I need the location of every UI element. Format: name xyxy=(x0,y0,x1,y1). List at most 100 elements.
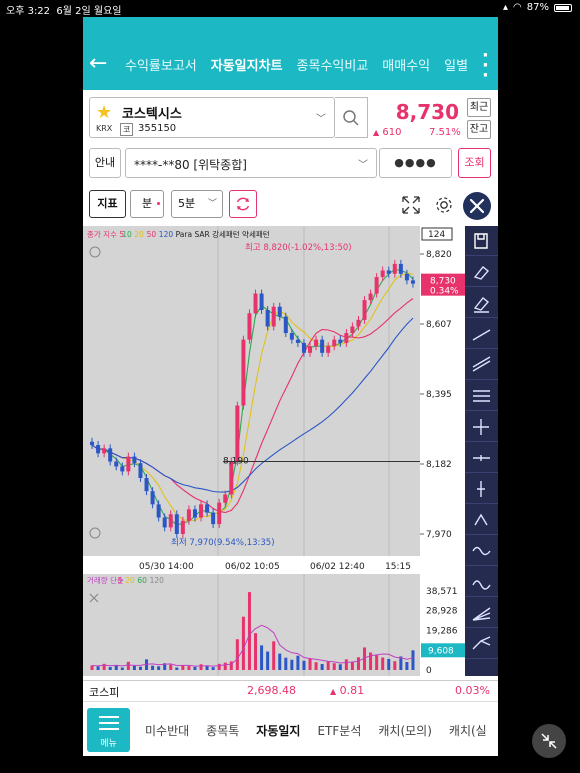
minute-button[interactable]: 분 xyxy=(130,190,164,218)
volume-bar xyxy=(308,658,312,670)
fullscreen-icon[interactable] xyxy=(401,195,421,215)
candle-body xyxy=(380,270,385,278)
candle-body xyxy=(96,445,101,454)
tool-fan[interactable] xyxy=(465,598,498,628)
gear-icon[interactable] xyxy=(433,194,455,216)
candle-body xyxy=(295,339,300,343)
back-arrow-icon[interactable]: ← xyxy=(89,53,107,75)
volume-bar xyxy=(381,657,385,670)
tool-pitchfork[interactable] xyxy=(465,629,498,659)
favorite-star-icon[interactable]: ★ xyxy=(96,102,112,123)
candle-body xyxy=(192,509,197,518)
bottom-navigation: 메뉴 미수반대 종목톡 자동일지 ETF분석 캐치(모의) 캐치(실 xyxy=(83,701,498,756)
more-menu-icon[interactable]: · · · xyxy=(482,47,489,85)
password-field[interactable]: ●●●● xyxy=(379,148,452,178)
account-selector[interactable]: ****-**80 [위탁종합] ﹀ xyxy=(125,148,377,178)
bottom-nav-item-0[interactable]: 미수반대 xyxy=(145,722,189,739)
volume-bar xyxy=(338,664,342,670)
candle-body xyxy=(398,263,403,274)
tool-trendline[interactable] xyxy=(465,319,498,349)
tool-cycle[interactable] xyxy=(465,567,498,597)
tool-vertical-line[interactable] xyxy=(465,474,498,504)
candle-body xyxy=(368,293,373,301)
period-select[interactable]: 5분 ﹀ xyxy=(171,190,223,218)
text-icon xyxy=(474,513,488,526)
tool-fib[interactable] xyxy=(465,381,498,411)
volume-bar xyxy=(375,655,379,670)
volume-bar xyxy=(211,667,215,670)
volume-bar xyxy=(260,645,264,670)
collapse-button[interactable] xyxy=(532,724,566,758)
candle-body xyxy=(132,456,137,464)
tab-4[interactable]: 일별 xyxy=(444,55,468,74)
query-button[interactable]: 조회 xyxy=(458,148,491,178)
indicator-button[interactable]: 지표 xyxy=(89,190,126,218)
bottom-nav-item-2[interactable]: 자동일지 xyxy=(256,722,300,739)
volume-bar xyxy=(344,659,348,670)
tab-2[interactable]: 종목수익비교 xyxy=(297,55,369,74)
tool-save[interactable] xyxy=(465,226,498,256)
market-badge: 코 xyxy=(120,123,134,136)
candle-body xyxy=(102,448,107,454)
candle-body xyxy=(199,504,204,518)
price-plot-area xyxy=(83,226,420,556)
price-chart[interactable]: 8,8208,6078,3958,1827,970124종가 지수 510 20 5… xyxy=(83,226,498,694)
drawing-toolbar xyxy=(465,226,498,676)
battery-percent: 87% xyxy=(526,2,549,13)
bottom-nav-item-5[interactable]: 캐치(실 xyxy=(449,722,487,739)
x-tick-label-1: 06/02 10:05 xyxy=(225,562,280,572)
balance-button[interactable]: 잔고 xyxy=(467,120,491,139)
candle-body xyxy=(211,512,216,525)
menu-button[interactable]: 메뉴 xyxy=(87,708,130,752)
guide-button[interactable]: 안내 xyxy=(89,148,121,178)
recent-button[interactable]: 최근 xyxy=(467,98,491,117)
market-value: 2,698.48 xyxy=(247,684,296,697)
volume-bar xyxy=(320,664,324,670)
volume-bar xyxy=(132,665,136,670)
volume-bar xyxy=(193,666,197,670)
candle-body xyxy=(320,339,325,353)
price-legend-0: 종가 지수 5 xyxy=(87,230,124,239)
tool-channel[interactable] xyxy=(465,350,498,380)
tool-wave[interactable] xyxy=(465,536,498,566)
drawing-tools-button[interactable] xyxy=(463,192,491,220)
bottom-nav-item-1[interactable]: 종목톡 xyxy=(206,722,239,739)
tool-eraser-all[interactable] xyxy=(465,288,498,318)
status-time-date: 오후 3:22 6월 2일 월요일 xyxy=(6,6,122,17)
fib-icon xyxy=(473,390,490,402)
tool-eraser[interactable] xyxy=(465,257,498,287)
candle-body xyxy=(362,300,367,320)
chevron-down-icon[interactable]: ﹀ xyxy=(316,110,326,125)
bottom-nav-item-3[interactable]: ETF분석 xyxy=(317,722,361,739)
tool-horizontal-line[interactable] xyxy=(465,443,498,473)
volume-bar xyxy=(205,665,209,670)
refresh-button[interactable] xyxy=(229,190,257,218)
tab-3[interactable]: 매매수익 xyxy=(382,55,430,74)
volume-bar xyxy=(235,639,239,670)
candle-body xyxy=(180,520,185,534)
tab-0[interactable]: 수익률보고서 xyxy=(125,55,197,74)
candle-body xyxy=(356,319,361,327)
candle-body xyxy=(162,517,167,528)
hamburger-icon xyxy=(99,716,119,730)
price-tick-label-1: 8,607 xyxy=(426,320,452,330)
tool-text[interactable] xyxy=(465,505,498,535)
candle-body xyxy=(259,293,264,310)
tool-crosshair[interactable] xyxy=(465,412,498,442)
stock-selector[interactable]: ★ 코스텍시스 KRX 코 355150 ﹀ xyxy=(89,97,335,138)
channel-icon xyxy=(472,356,491,372)
candle-body xyxy=(374,277,379,294)
volume-tick-label-2: 19,286 xyxy=(426,626,458,636)
crosshair-icon xyxy=(473,419,489,435)
tab-1[interactable]: 자동일지차트 xyxy=(211,55,283,74)
candle-body xyxy=(120,466,125,472)
price-change-rate: 7.51% xyxy=(429,127,461,138)
stock-search-button[interactable] xyxy=(335,97,368,138)
candle-body xyxy=(338,339,343,343)
volume-bar xyxy=(151,665,155,670)
bottom-nav-item-4[interactable]: 캐치(모의) xyxy=(378,722,432,739)
wifi-icon: ◠ xyxy=(513,2,522,13)
candle-body xyxy=(308,346,313,353)
volume-tick-label-1: 28,928 xyxy=(426,607,458,617)
candle-body xyxy=(241,339,246,406)
